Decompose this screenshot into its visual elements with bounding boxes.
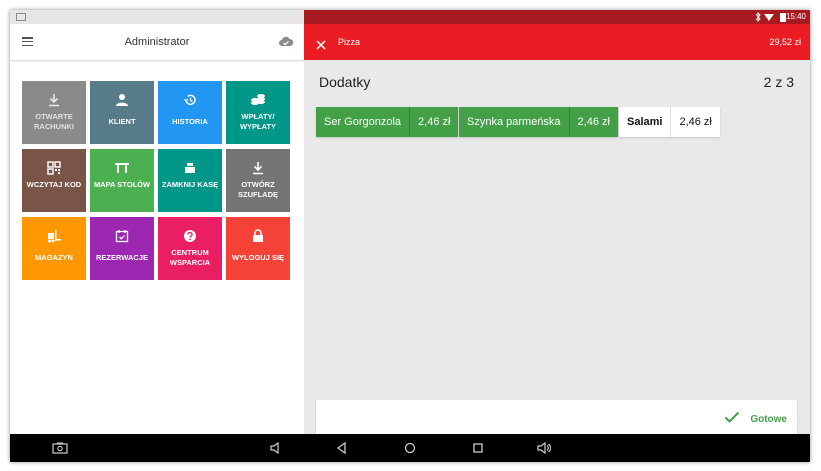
coins-icon [226, 93, 290, 107]
product-header: Pizza 29,52 zł [304, 24, 810, 60]
addon-name: Ser Gorgonzola [324, 116, 402, 128]
tile-label: WYLOGUJ SIĘ [231, 253, 285, 262]
image-notification-icon [16, 13, 26, 21]
help-icon [158, 229, 222, 243]
tile-label: REZERWACJE [96, 253, 148, 262]
tile-label: OTWÓRZ SZUFLADĘ [238, 180, 278, 199]
volume-up-icon[interactable] [536, 440, 552, 456]
addons-panel: Pizza 29,52 zł Dodatky 2 z 3 Ser Gorgonz… [304, 24, 810, 438]
admin-panel: Administrator OTWARTE RACHUNKI KLIENT HI… [10, 24, 304, 434]
screenshot-icon[interactable] [52, 440, 68, 456]
tile-label: MAGAZYN [35, 253, 73, 262]
status-bar-left [10, 10, 304, 24]
tile-scan-code[interactable]: WCZYTAJ KOD [22, 149, 86, 212]
tile-label: KLIENT [108, 117, 136, 126]
checkmark-icon [724, 410, 740, 428]
section-title: Dodatky [319, 74, 371, 90]
tile-label: CENTRUM WSPARCIA [169, 248, 211, 267]
tile-label: WCZYTAJ KOD [26, 180, 82, 189]
tile-label: OTWARTE RACHUNKI [34, 112, 74, 131]
addon-price: 2,46 zł [670, 107, 719, 137]
table-icon [90, 161, 154, 175]
android-nav-bar [10, 434, 810, 462]
addon-price: 2,46 zł [568, 107, 618, 137]
admin-title: Administrator [124, 36, 190, 48]
product-total-price: 29,52 zł [769, 37, 801, 47]
tile-label: HISTORIA [172, 117, 208, 126]
person-icon [90, 93, 154, 107]
download-icon [22, 93, 86, 107]
tablet-screen: 15:40 Administrator OTWARTE RACHUNKI KLI… [10, 10, 810, 462]
confirm-bar: Gotowe [316, 400, 797, 438]
done-button[interactable]: Gotowe [724, 409, 787, 429]
status-time: 15:40 [785, 12, 806, 21]
tile-label: ZAMKNIJ KASĘ [161, 180, 219, 189]
lock-icon [226, 229, 290, 243]
tile-logout[interactable]: WYLOGUJ SIĘ [226, 217, 290, 280]
addon-salami[interactable]: Salami 2,46 zł [619, 107, 720, 137]
tile-label: MAPA STOŁÓW [93, 180, 151, 189]
register-icon [158, 161, 222, 175]
qr-code-icon [22, 161, 86, 175]
tile-open-bills[interactable]: OTWARTE RACHUNKI [22, 81, 86, 144]
tile-reservations[interactable]: REZERWACJE [90, 217, 154, 280]
addon-szynka-parmenska[interactable]: Szynka parmeńska 2,46 zł [459, 107, 618, 137]
tile-warehouse[interactable]: MAGAZYN [22, 217, 86, 280]
tile-close-register[interactable]: ZAMKNIJ KASĘ [158, 149, 222, 212]
admin-header: Administrator [10, 24, 304, 61]
tile-client[interactable]: KLIENT [90, 81, 154, 144]
bluetooth-wifi-icons [754, 11, 776, 24]
tile-support-center[interactable]: CENTRUM WSPARCIA [158, 217, 222, 280]
back-icon[interactable] [334, 440, 350, 456]
product-name: Pizza [338, 37, 361, 47]
status-bar-right: 15:40 [304, 10, 810, 24]
volume-down-icon[interactable] [268, 440, 284, 456]
close-icon[interactable] [316, 37, 326, 50]
cloud-sync-icon[interactable] [278, 34, 294, 50]
forklift-icon [22, 229, 86, 243]
addon-price: 2,46 zł [409, 107, 458, 137]
tile-label: WPŁATY/ WYPŁATY [239, 112, 277, 131]
addon-name: Szynka parmeńska [467, 116, 561, 128]
download-icon [226, 161, 290, 175]
addon-ser-gorgonzola[interactable]: Ser Gorgonzola 2,46 zł [316, 107, 459, 137]
recents-icon[interactable] [470, 440, 486, 456]
home-icon[interactable] [402, 440, 418, 456]
tile-history[interactable]: HISTORIA [158, 81, 222, 144]
tile-table-map[interactable]: MAPA STOŁÓW [90, 149, 154, 212]
history-icon [158, 93, 222, 107]
calendar-check-icon [90, 229, 154, 243]
selection-counter: 2 z 3 [763, 74, 794, 90]
addon-name: Salami [627, 116, 663, 128]
tile-deposits-withdrawals[interactable]: WPŁATY/ WYPŁATY [226, 81, 290, 144]
tile-open-drawer[interactable]: OTWÓRZ SZUFLADĘ [226, 149, 290, 212]
done-label: Gotowe [750, 413, 787, 425]
